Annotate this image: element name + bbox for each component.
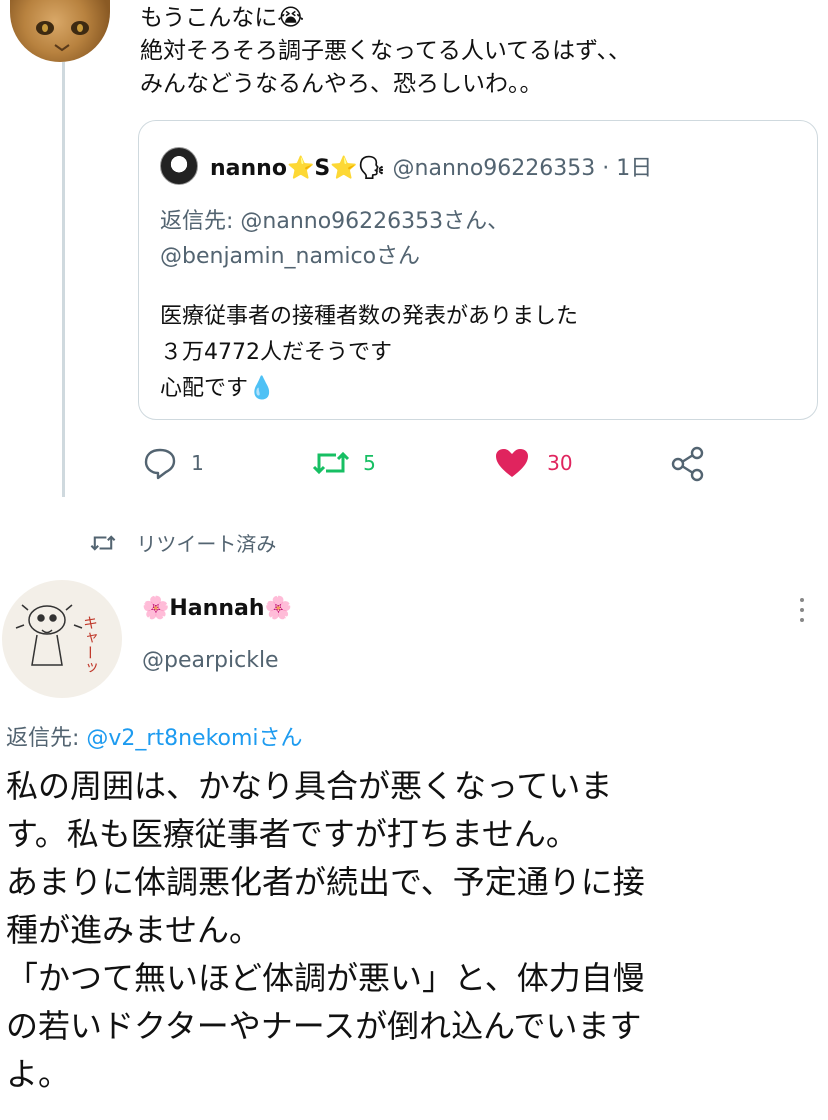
quote-body-line: ３万4772人だそうです bbox=[160, 340, 392, 365]
tweet-body-line: す。私も医療従事者ですが打ちません。 bbox=[6, 815, 578, 853]
retweet-count: 5 bbox=[363, 451, 376, 475]
quote-author-name[interactable]: nanno bbox=[210, 156, 287, 181]
reply-icon bbox=[144, 448, 176, 480]
like-count: 30 bbox=[547, 451, 573, 475]
tweet-body-line: 「かつて無いほど体調が悪い」と、体力自慢 bbox=[6, 959, 645, 997]
quote-avatar[interactable] bbox=[160, 147, 198, 185]
retweet-icon bbox=[312, 451, 350, 475]
retweet-button[interactable]: 5 bbox=[312, 447, 376, 479]
quote-body-line: 医療従事者の接種者数の発表がありました bbox=[160, 304, 579, 329]
quote-time[interactable]: · 1日 bbox=[602, 156, 652, 181]
reply-handle-link[interactable]: @v2_rt8nekomiさん bbox=[86, 726, 302, 751]
reply-button[interactable]: 1 bbox=[142, 445, 204, 481]
share-icon bbox=[671, 446, 704, 482]
avatar[interactable] bbox=[10, 0, 110, 62]
author-name[interactable]: 🌸Hannah🌸 bbox=[142, 596, 292, 621]
thread-line bbox=[62, 62, 65, 497]
tweet-body-line: 種が進みません。 bbox=[6, 911, 262, 949]
tweet-text: もうこんなに😭 絶対そろそろ調子悪くなってる人いてるはず、、 みんなどうなるんや… bbox=[140, 2, 820, 101]
tweet-body-line: の若いドクターやナースが倒れ込んでいます bbox=[6, 1007, 642, 1045]
retweeted-indicator: リツイート済み bbox=[90, 528, 276, 557]
tweet-body-line: よ。 bbox=[6, 1055, 71, 1093]
tweet-body: 私の周囲は、かなり具合が悪くなっていま す。私も医療従事者ですが打ちません。 あ… bbox=[6, 762, 826, 1098]
quote-reply-to: 返信先: @nanno96226353さん、 bbox=[160, 203, 509, 235]
reply-label: 返信先: bbox=[6, 726, 87, 751]
reply-handle-link[interactable]: @benjamin_namicoさん bbox=[160, 238, 420, 270]
retweeted-label: リツイート済み bbox=[136, 532, 277, 556]
quote-author-emojis: ⭐S⭐🗣 bbox=[286, 156, 386, 181]
quote-body-line: 心配です💧 bbox=[160, 376, 276, 401]
tweet-line: 絶対そろそろ調子悪くなってる人いてるはず、、 bbox=[140, 38, 632, 64]
quote-handle[interactable]: @nanno96226353 bbox=[393, 156, 596, 181]
tweet-body-line: あまりに体調悪化者が続出で、予定通りに接 bbox=[6, 863, 645, 901]
retweet-icon bbox=[90, 534, 116, 551]
avatar-text: キャーッ bbox=[81, 615, 99, 675]
avatar[interactable]: キャーッ bbox=[2, 580, 122, 698]
reply-to: 返信先: @v2_rt8nekomiさん bbox=[6, 720, 303, 752]
reply-prefix: 返信先: bbox=[160, 209, 241, 234]
reply-count: 1 bbox=[191, 451, 204, 475]
more-options-icon[interactable] bbox=[800, 596, 804, 622]
like-button[interactable]: 30 bbox=[494, 447, 573, 479]
tweet-body-line: 私の周囲は、かなり具合が悪くなっていま bbox=[6, 767, 613, 805]
tweet-line: みんなどうなるんやろ、恐ろしいわ。。 bbox=[140, 71, 543, 97]
reply-handle-link[interactable]: @nanno96226353さん、 bbox=[240, 209, 509, 234]
quote-header: nanno⭐S⭐🗣 @nanno96226353 · 1日 bbox=[210, 150, 652, 182]
tweet-line: もうこんなに😭 bbox=[140, 5, 305, 31]
share-button[interactable] bbox=[670, 446, 706, 486]
author-handle[interactable]: @pearpickle bbox=[142, 648, 279, 673]
heart-icon bbox=[496, 449, 528, 477]
